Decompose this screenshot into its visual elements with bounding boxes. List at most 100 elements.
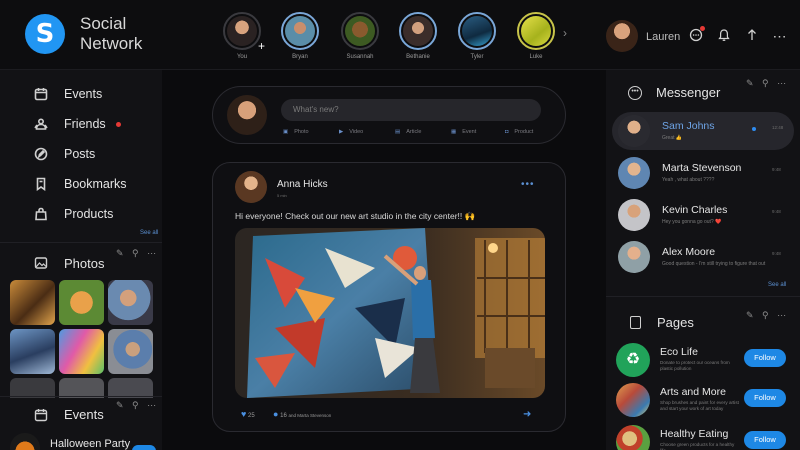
page-item[interactable]: Arts and More Shop brushes and paint for… [616,383,796,419]
nav-posts[interactable]: Posts [34,144,154,164]
top-header: S Social Network + You Bryan Susannah Be… [0,0,800,70]
right-sidebar: ••• Messenger ✎ ⚲ ⋯ Sam Johns Great 👍 12… [606,70,800,450]
story-name: Bethanie [406,54,430,60]
thread-avatar [618,199,650,231]
nav-friends[interactable]: Friends [34,114,154,134]
photo-thumb[interactable] [10,280,55,325]
article-icon: ▤ [395,129,401,135]
story-you[interactable]: + You [220,12,265,60]
pages-icon [630,316,641,329]
calendar-icon: ▦ [451,129,457,135]
follow-button[interactable]: Follow [744,349,786,367]
story-name: Bryan [292,54,308,60]
photo-thumb[interactable] [59,280,104,325]
story-ring [458,12,496,50]
composer-event-button[interactable]: ▦ Event [451,129,476,135]
like-button[interactable]: ♥ 25 [241,409,255,419]
bag-icon [35,207,47,221]
story-name: Luke [529,54,543,60]
notification-dot [700,26,705,31]
more-icon[interactable]: ⋯ [772,28,788,44]
story-luke[interactable]: Luke [514,12,558,60]
app-title: Social Network [80,14,143,53]
app: S Social Network + You Bryan Susannah Be… [0,0,800,450]
photos-tools[interactable]: ✎ ⚲ ⋯ [116,248,159,259]
composer-photo-button[interactable]: ▣ Photo [283,129,309,135]
page-item[interactable]: Healthy Eating Choose green products for… [616,425,796,450]
event-thumb [10,433,40,450]
comment-icon: ● [273,409,279,419]
friends-icon [34,118,48,130]
story-bryan[interactable]: Bryan [278,12,322,60]
divider [0,242,162,243]
user-avatar[interactable] [606,20,638,52]
stories-next-icon[interactable]: › [563,26,567,40]
story-tyler[interactable]: Tyler [455,12,499,60]
action-label: Video [349,129,364,135]
message-thread[interactable]: Kevin Charles Hey you gonna go out? ❤️ 9… [612,196,794,234]
photo-thumb[interactable] [108,280,153,325]
post-image[interactable] [235,228,545,398]
page-desc: Donate to protect our oceans from plasti… [660,360,730,371]
messenger-see-all-link[interactable]: See all [768,282,786,288]
event-join-button[interactable] [132,445,156,450]
event-name[interactable]: Halloween Party [50,438,130,450]
comment-button[interactable]: ● 16 and Marta Stevenson [273,409,331,419]
page-item[interactable]: ♻ Eco Life Donate to protect our oceans … [616,343,796,379]
page-desc: Choose green products for a healthy life [660,442,735,450]
story-ring [399,12,437,50]
page-avatar [616,425,650,450]
story-avatar [285,16,315,46]
photo-thumb[interactable] [108,329,153,374]
thread-time: 9:48 [772,209,781,214]
story-avatar [403,16,433,46]
post-author-name[interactable]: Anna Hicks [277,179,328,190]
user-name[interactable]: Lauren [646,31,680,43]
pages-tools[interactable]: ✎ ⚲ ⋯ [746,310,789,321]
nav-see-all-link[interactable]: See all [140,230,158,236]
story-bethanie[interactable]: Bethanie [396,12,440,60]
post-more-icon[interactable]: ••• [521,179,535,190]
messenger-tools[interactable]: ✎ ⚲ ⋯ [746,78,789,89]
thread-preview: Yeah , what about ???? [662,177,715,183]
unread-dot [752,127,756,131]
composer-product-button[interactable]: ◘ Product [505,129,533,135]
comment-count: 16 [280,413,287,419]
message-thread[interactable]: Marta Stevenson Yeah , what about ???? 9… [612,154,794,192]
story-susannah[interactable]: Susannah [338,12,382,60]
message-thread[interactable]: Sam Johns Great 👍 12:48 [612,112,794,150]
bell-icon[interactable] [716,28,732,44]
follow-button[interactable]: Follow [744,389,786,407]
photo-thumb[interactable] [10,378,55,398]
art-studio-illustration [235,228,545,398]
composer-video-button[interactable]: ▶ Video [339,129,363,135]
photo-icon: ▣ [283,129,289,135]
action-label: Photo [294,129,309,135]
photo-thumb[interactable] [10,329,55,374]
divider [606,296,800,297]
thread-name: Sam Johns [662,120,715,132]
nav-products[interactable]: Products [34,204,154,224]
message-thread[interactable]: Alex Moore Good question - I'm still try… [612,238,794,276]
logo-letter: S [35,19,55,49]
story-avatar [521,16,551,46]
calendar-icon [34,88,48,101]
nav-events[interactable]: Events [34,84,154,104]
nav-bookmarks[interactable]: Bookmarks [34,174,154,194]
photo-thumb[interactable] [108,378,153,398]
photos-title: Photos [64,256,105,271]
share-icon[interactable]: ➜ [523,409,531,420]
photo-thumb[interactable] [59,378,104,398]
follow-button[interactable]: Follow [744,431,786,449]
logo[interactable]: S [25,14,65,54]
whats-new-input[interactable]: What's new? [281,99,541,121]
photo-thumb[interactable] [59,329,104,374]
add-story-icon[interactable]: + [258,40,265,52]
upload-icon[interactable] [744,28,760,44]
comment-text: and Marta Stevenson [288,413,332,418]
recycle-icon: ♻ [616,343,650,377]
composer-article-button[interactable]: ▤ Article [395,129,421,135]
post-author-avatar[interactable] [235,171,267,203]
events-title: Events [64,407,104,422]
events-tools[interactable]: ✎ ⚲ ⋯ [116,400,159,411]
